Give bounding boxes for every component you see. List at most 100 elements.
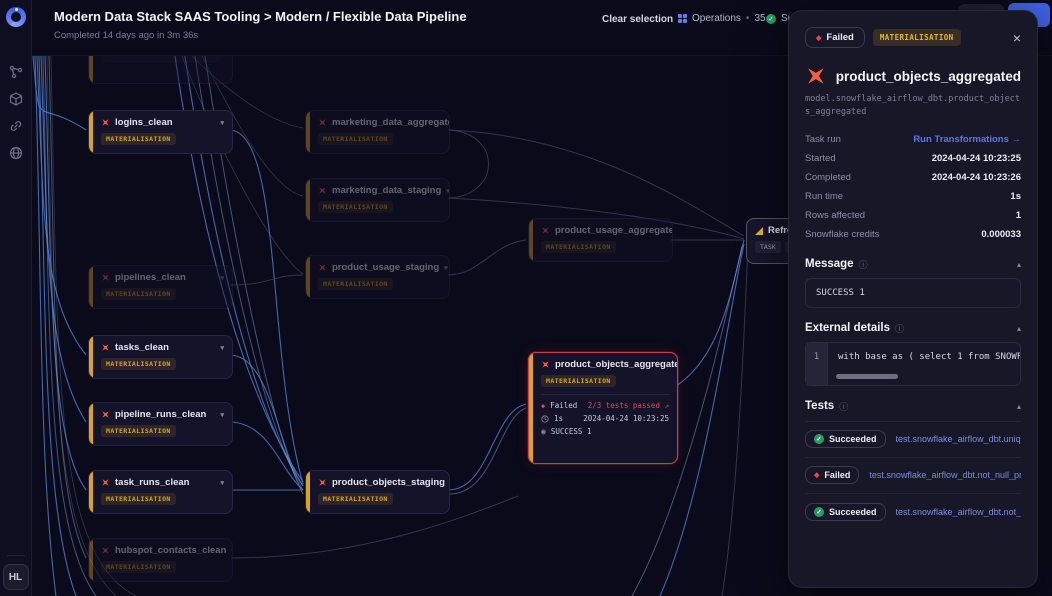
- materialisation-badge: MATERIALISATION: [873, 29, 961, 46]
- node-marketing-data-staging[interactable]: marketing_data_staging ▾ MATERIALISATION: [305, 178, 450, 222]
- user-avatar[interactable]: HL: [3, 564, 29, 590]
- node-pipelines-clean[interactable]: pipelines_clean ▾ MATERIALISATION: [88, 265, 233, 309]
- result-icon: ◉: [541, 427, 546, 436]
- test-row: ✓ Succeeded test.snowflake_airflow_dbt.u…: [805, 422, 1021, 458]
- message-section-header: Message ⓘ ▴: [805, 258, 1021, 271]
- dbt-icon: [318, 118, 327, 127]
- task-details-panel: ◆ Failed MATERIALISATION × product_objec…: [788, 10, 1038, 588]
- run-transformations-link[interactable]: Run Transformations →: [913, 134, 1021, 145]
- node-label: product_usage_aggregated: [555, 225, 673, 236]
- dbt-icon: [101, 273, 110, 282]
- collapse-icon[interactable]: ▴: [1017, 324, 1021, 333]
- dbt-icon: [318, 263, 327, 272]
- dbt-icon: [805, 65, 827, 87]
- node-label: pipelines_clean: [115, 272, 186, 283]
- failed-diamond-icon: ◆: [814, 471, 819, 479]
- node-label: pipeline_runs_clean: [115, 409, 206, 420]
- connections-link-icon[interactable]: [9, 119, 23, 133]
- chevron-down-icon[interactable]: ▾: [231, 547, 233, 555]
- dbt-icon: [101, 343, 110, 352]
- test-link[interactable]: test.snowflake_airflow_dbt.unique_pro: [896, 434, 1021, 444]
- node-label: tasks_clean: [115, 342, 169, 353]
- message-content: SUCCESS 1: [805, 278, 1021, 308]
- dbt-icon: [541, 226, 550, 235]
- success-check-icon: ✓: [766, 14, 776, 24]
- tests-summary-link[interactable]: 2/3 tests passed ↗: [588, 401, 669, 410]
- dbt-icon: [318, 478, 327, 487]
- panel-title: product_objects_aggregated: [836, 69, 1021, 84]
- integrations-cube-icon[interactable]: [9, 92, 23, 106]
- dbt-icon: [101, 118, 110, 127]
- detail-row: Run time 1s: [805, 187, 1021, 206]
- clock-icon: [541, 415, 549, 423]
- detail-row: Snowflake credits 0.000033: [805, 225, 1021, 244]
- info-icon[interactable]: ⓘ: [859, 258, 868, 271]
- failed-diamond-icon: ◆: [541, 402, 545, 410]
- test-link[interactable]: test.snowflake_airflow_dbt.not_null_pr: [896, 507, 1021, 517]
- node-product-usage-aggregated[interactable]: product_usage_aggregated ▾ MATERIALISATI…: [528, 218, 673, 262]
- node-logins-clean[interactable]: logins_clean ▾ MATERIALISATION: [88, 110, 233, 154]
- node-tasks-clean[interactable]: tasks_clean ▾ MATERIALISATION: [88, 335, 233, 379]
- horizontal-scrollbar[interactable]: [836, 374, 898, 379]
- materialisation-badge: MATERIALISATION: [101, 288, 176, 300]
- pipeline-graph-icon[interactable]: [9, 65, 23, 79]
- node-timestamp: 2024-04-24 10:23:25: [583, 414, 669, 423]
- materialisation-badge: MATERIALISATION: [318, 201, 393, 213]
- node-product-objects-aggregated-selected[interactable]: product_objects_aggregated ▴ MATERIALISA…: [528, 352, 678, 464]
- close-icon[interactable]: ×: [1013, 31, 1021, 45]
- run-status-subtitle: Completed 14 days ago in 3m 36s: [54, 30, 198, 41]
- dbt-icon: [101, 546, 110, 555]
- node-label: task_runs_clean: [115, 477, 189, 488]
- tests-section-header: Tests ⓘ ▴: [805, 400, 1021, 422]
- info-icon[interactable]: ⓘ: [839, 400, 848, 413]
- materialisation-badge: MATERIALISATION: [318, 493, 393, 505]
- detail-row: Completed 2024-04-24 10:23:26: [805, 168, 1021, 187]
- task-badge: TASK: [755, 241, 781, 253]
- dot-separator: •: [746, 13, 750, 24]
- node-task-runs-clean[interactable]: task_runs_clean ▾ MATERIALISATION: [88, 470, 233, 514]
- node-hubspot-contacts-clean[interactable]: hubspot_contacts_clean ▾ MATERIALISATION: [88, 538, 233, 582]
- operations-filter-chip[interactable]: Operations • 35: [678, 13, 766, 24]
- node-marketing-data-aggregated[interactable]: marketing_data_aggregated ▾ MATERIALISAT…: [305, 110, 450, 154]
- node-pipeline-runs-clean[interactable]: pipeline_runs_clean ▾ MATERIALISATION: [88, 402, 233, 446]
- detail-row: Rows affected 1: [805, 206, 1021, 225]
- bi-triangle-icon: [755, 227, 763, 235]
- node-message: SUCCESS 1: [551, 427, 592, 436]
- sql-code-block: 1 with base as ( select 1 from SNOWFLAKE: [805, 342, 1021, 386]
- collapse-icon[interactable]: ▴: [1017, 260, 1021, 269]
- line-number: 1: [806, 343, 828, 385]
- chevron-down-icon[interactable]: ▾: [220, 479, 224, 487]
- node-label: marketing_data_aggregated: [332, 117, 450, 128]
- dbt-icon: [318, 186, 327, 195]
- chevron-down-icon[interactable]: ▾: [446, 187, 450, 195]
- chevron-down-icon[interactable]: ▾: [220, 119, 224, 127]
- chevron-down-icon[interactable]: ▾: [444, 264, 448, 272]
- clear-selection-button[interactable]: Clear selection: [602, 14, 673, 25]
- test-row: ◆ Failed test.snowflake_airflow_dbt.not_…: [805, 458, 1021, 494]
- node-product-objects-staging[interactable]: product_objects_staging ▾ MATERIALISATIO…: [305, 470, 450, 514]
- node-partial-top[interactable]: [88, 56, 233, 84]
- dbt-icon: [101, 410, 110, 419]
- external-details-section-header: External details ⓘ ▴: [805, 322, 1021, 335]
- chevron-down-icon[interactable]: ▾: [220, 344, 224, 352]
- materialisation-badge: MATERIALISATION: [318, 133, 393, 145]
- node-label: hubspot_contacts_clean: [115, 545, 226, 556]
- node-label: product_objects_staging: [332, 477, 445, 488]
- materialisation-badge: MATERIALISATION: [318, 278, 393, 290]
- info-icon[interactable]: ⓘ: [895, 322, 904, 335]
- detail-row: Started 2024-04-24 10:23:25: [805, 149, 1021, 168]
- operations-grid-icon: [678, 14, 687, 23]
- node-product-usage-staging[interactable]: product_usage_staging ▾ MATERIALISATION: [305, 255, 450, 299]
- materialisation-badge: MATERIALISATION: [101, 358, 176, 370]
- node-status: Failed: [550, 401, 577, 410]
- operations-count: 35: [754, 13, 765, 24]
- node-label: marketing_data_staging: [332, 185, 441, 196]
- materialisation-badge: MATERIALISATION: [101, 561, 176, 573]
- chevron-down-icon[interactable]: ▾: [220, 274, 224, 282]
- failed-diamond-icon: ◆: [816, 34, 821, 42]
- test-link[interactable]: test.snowflake_airflow_dbt.not_null_pr: [869, 470, 1021, 480]
- app-logo[interactable]: [6, 7, 26, 27]
- web-globe-icon[interactable]: [9, 146, 23, 160]
- collapse-icon[interactable]: ▴: [1017, 402, 1021, 411]
- chevron-down-icon[interactable]: ▾: [220, 411, 224, 419]
